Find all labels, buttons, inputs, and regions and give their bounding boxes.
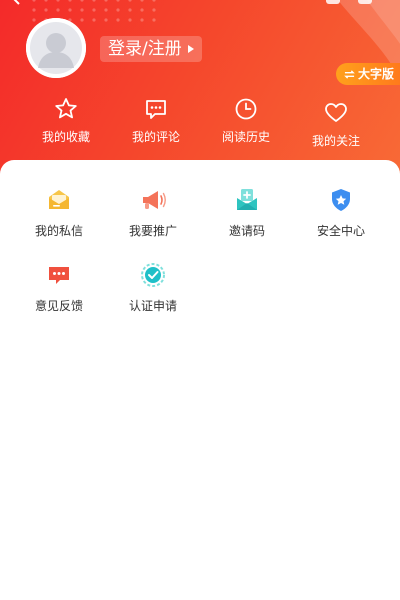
services-panel: 我的私信 我要推广 邀请码 安全中心 意见反馈 认证申请 <box>0 160 400 600</box>
play-triangle-icon <box>187 45 194 53</box>
envelope-icon <box>49 190 69 209</box>
quick-link-following[interactable]: 我的关注 <box>291 100 381 149</box>
quick-link-label: 我的评论 <box>131 130 180 144</box>
quick-link-label: 我的收藏 <box>41 130 90 144</box>
avatar[interactable] <box>26 18 86 78</box>
default-avatar-icon <box>26 18 86 78</box>
login-register-button[interactable]: 登录/注册 <box>100 36 202 62</box>
quick-links-row: 我的收藏 我的评论 阅读历史 我的关注 <box>0 96 400 149</box>
invite-icon <box>237 189 257 210</box>
scan-icon[interactable] <box>326 0 340 4</box>
feedback-icon <box>49 267 69 284</box>
service-messages[interactable]: 我的私信 <box>12 186 106 239</box>
big-font-label: 大字版 <box>357 67 394 81</box>
service-label: 我要推广 <box>128 224 177 238</box>
service-label: 认证申请 <box>128 299 177 313</box>
big-font-mode-button[interactable]: 大字版 <box>335 63 400 85</box>
service-invite-code[interactable]: 邀请码 <box>200 186 294 239</box>
quick-link-comments[interactable]: 我的评论 <box>111 96 201 149</box>
service-promote[interactable]: 我要推广 <box>106 186 200 239</box>
profile-header: 登录/注册 大字版 我的收藏 我的评论 阅读历史 我的关注 <box>0 0 400 175</box>
quick-link-label: 阅读历史 <box>221 130 270 144</box>
quick-link-label: 我的关注 <box>311 134 360 148</box>
quick-link-favorites[interactable]: 我的收藏 <box>21 96 111 149</box>
settings-icon[interactable] <box>358 0 372 4</box>
services-grid: 我的私信 我要推广 邀请码 安全中心 意见反馈 认证申请 <box>12 186 388 314</box>
heart-icon <box>325 103 347 122</box>
service-feedback[interactable]: 意见反馈 <box>12 261 106 314</box>
corner-wave-decoration <box>337 0 400 79</box>
service-label: 安全中心 <box>316 224 365 238</box>
star-icon <box>55 98 77 119</box>
clock-icon <box>235 98 257 120</box>
verify-icon <box>141 263 165 287</box>
back-arrow-icon[interactable] <box>10 0 24 6</box>
swap-arrows-icon <box>344 69 355 79</box>
service-label: 邀请码 <box>228 224 265 238</box>
service-verification[interactable]: 认证申请 <box>106 261 200 314</box>
service-label: 我的私信 <box>34 224 83 238</box>
comment-icon <box>146 100 166 119</box>
megaphone-icon <box>143 191 166 209</box>
quick-link-history[interactable]: 阅读历史 <box>201 96 291 149</box>
login-register-label: 登录/注册 <box>108 39 182 59</box>
shield-icon <box>332 189 350 211</box>
top-right-actions <box>326 0 372 4</box>
service-label: 意见反馈 <box>34 299 83 313</box>
service-security-center[interactable]: 安全中心 <box>294 186 388 239</box>
